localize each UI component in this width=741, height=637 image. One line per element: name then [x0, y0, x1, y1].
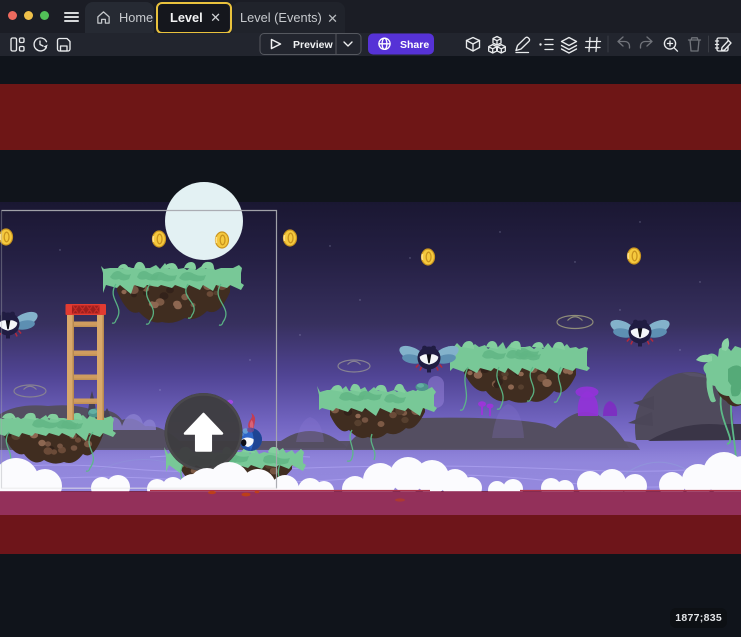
- svg-text:Preview: Preview: [293, 39, 334, 51]
- svg-text:Share: Share: [400, 39, 429, 51]
